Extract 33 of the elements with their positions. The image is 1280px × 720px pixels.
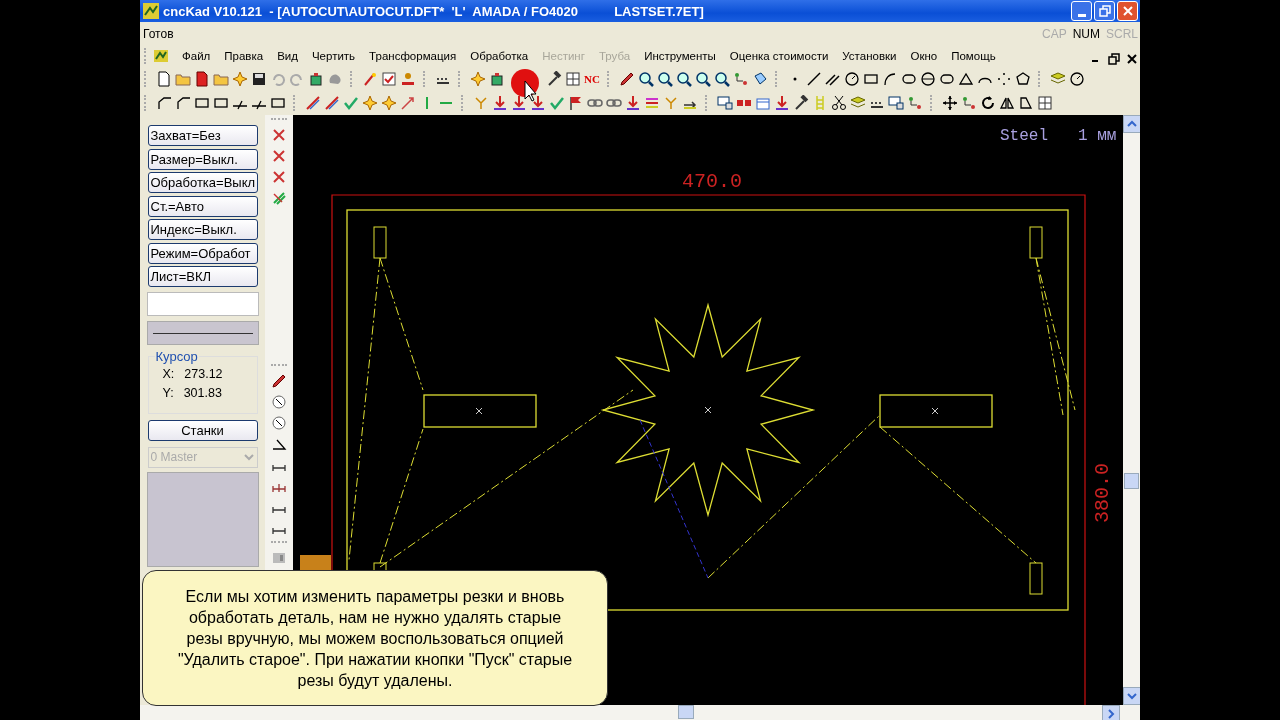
option-button[interactable]: Лист=ВКЛ: [147, 266, 258, 287]
dimension-label: 470.0: [682, 170, 742, 193]
menu-item[interactable]: Помощь: [944, 50, 1003, 62]
menu-item[interactable]: Трансформация: [362, 50, 464, 62]
menu-item[interactable]: Оценка стоимости: [722, 50, 836, 62]
coordinate-value: 301.83: [183, 385, 222, 400]
key-indicator: NUM: [1072, 26, 1100, 41]
coordinate-value: 273.12: [184, 366, 223, 381]
key-indicator: CAP: [1041, 26, 1067, 41]
machines-button[interactable]: Станки: [147, 420, 258, 441]
menu-item[interactable]: Установки: [835, 50, 904, 62]
material-label: Steel: [1000, 127, 1048, 145]
option-button[interactable]: Индекс=Выкл.: [147, 219, 258, 240]
coordinate-label: Y:: [162, 385, 174, 400]
status-text: Готов: [143, 26, 174, 41]
key-indicator: SCRL: [1106, 26, 1138, 41]
menu-item[interactable]: Вид: [270, 50, 305, 62]
option-button[interactable]: Размер=Выкл.: [147, 148, 258, 170]
option-button[interactable]: Захват=Без: [147, 125, 258, 146]
menu-item[interactable]: Обработка: [463, 50, 536, 62]
menu-item[interactable]: Инструменты: [637, 50, 723, 62]
option-button[interactable]: Ст.=Авто: [147, 195, 258, 217]
menu-item[interactable]: Чертить: [304, 50, 363, 62]
dimension-label: 380.0: [1091, 463, 1114, 523]
option-button[interactable]: Режим=Обработ: [147, 242, 258, 264]
thickness-label: 1 мм: [1078, 127, 1117, 145]
menu-item[interactable]: Файл: [175, 50, 218, 62]
option-button[interactable]: Обработка=Выкл: [147, 172, 258, 193]
menu-item[interactable]: Окно: [903, 50, 945, 62]
nc-button[interactable]: NC: [584, 73, 600, 85]
menu-item[interactable]: Правка: [217, 50, 271, 62]
coordinate-label: X:: [162, 366, 175, 381]
window-title: cncKad V10.121 - [AUTOCUT\AUTOCUT.DFT* 'L' AMADA / FO4020 LASTSET.7ET]: [163, 3, 705, 19]
